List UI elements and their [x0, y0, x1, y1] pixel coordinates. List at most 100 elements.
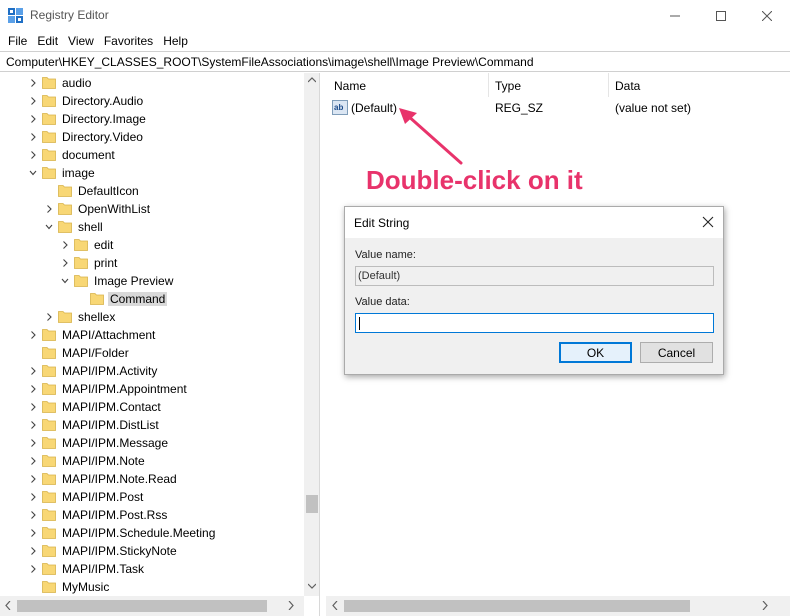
tree-pane[interactable]: audio Directory.Audio Directory.Image Direc…: [0, 73, 320, 616]
text-caret: [359, 317, 360, 330]
window-title: Registry Editor: [30, 8, 109, 22]
folder-icon: [74, 239, 88, 251]
scroll-down-icon[interactable]: [308, 583, 316, 589]
tree-item[interactable]: edit: [0, 236, 304, 254]
tree-horizontal-scroll-thumb[interactable]: [17, 600, 267, 612]
chevron-right-icon[interactable]: [28, 330, 38, 340]
tree-item[interactable]: MAPI/IPM.StickyNote: [0, 542, 304, 560]
tree-item[interactable]: MAPI/IPM.Task: [0, 560, 304, 578]
tree-item[interactable]: shellex: [0, 308, 304, 326]
values-horizontal-scroll-thumb[interactable]: [344, 600, 690, 612]
chevron-right-icon[interactable]: [60, 258, 70, 268]
tree-item-label: MAPI/IPM.Contact: [62, 400, 161, 414]
tree-item[interactable]: MAPI/IPM.Schedule.Meeting: [0, 524, 304, 542]
folder-icon: [58, 221, 72, 233]
chevron-down-icon[interactable]: [44, 222, 54, 232]
tree-item-label: Command: [108, 292, 168, 306]
tree-item[interactable]: document: [0, 146, 304, 164]
folder-icon: [58, 185, 72, 197]
close-button[interactable]: [744, 0, 790, 31]
tree-item[interactable]: shell: [0, 218, 304, 236]
chevron-right-icon[interactable]: [28, 564, 38, 574]
menu-file[interactable]: File: [3, 31, 32, 51]
tree-item-label: DefaultIcon: [78, 184, 139, 198]
tree-item[interactable]: MAPI/IPM.Note: [0, 452, 304, 470]
chevron-right-icon[interactable]: [28, 402, 38, 412]
chevron-right-icon[interactable]: [28, 528, 38, 538]
chevron-right-icon[interactable]: [28, 420, 38, 430]
chevron-right-icon[interactable]: [28, 474, 38, 484]
tree-item[interactable]: MAPI/Folder: [0, 344, 304, 362]
value-name: (Default): [351, 101, 398, 115]
tree-item[interactable]: MAPI/IPM.Message: [0, 434, 304, 452]
tree-item-label: MAPI/IPM.Post: [62, 490, 144, 504]
scroll-up-icon[interactable]: [308, 77, 316, 83]
tree-item[interactable]: MAPI/IPM.Note.Read: [0, 470, 304, 488]
chevron-down-icon[interactable]: [28, 168, 38, 178]
chevron-right-icon[interactable]: [44, 312, 54, 322]
tree-vertical-scrollbar[interactable]: [304, 73, 319, 596]
column-divider[interactable]: [488, 73, 489, 97]
tree-item[interactable]: Directory.Image: [0, 110, 304, 128]
column-header-data[interactable]: Data: [615, 79, 640, 93]
tree-item[interactable]: audio: [0, 74, 304, 92]
column-header-name[interactable]: Name: [334, 79, 366, 93]
menu-help[interactable]: Help: [158, 31, 193, 51]
minimize-button[interactable]: [652, 0, 698, 31]
chevron-right-icon[interactable]: [28, 510, 38, 520]
tree-item[interactable]: OpenWithList: [0, 200, 304, 218]
column-header-type[interactable]: Type: [495, 79, 521, 93]
tree-item[interactable]: MAPI/Attachment: [0, 326, 304, 344]
tree-item-label: MyMusic: [62, 580, 110, 594]
chevron-right-icon[interactable]: [28, 546, 38, 556]
chevron-right-icon[interactable]: [28, 438, 38, 448]
scroll-right-icon[interactable]: [762, 601, 768, 610]
tree-item[interactable]: MAPI/IPM.Activity: [0, 362, 304, 380]
dialog-close-icon[interactable]: [701, 215, 715, 229]
chevron-right-icon[interactable]: [28, 96, 38, 106]
chevron-right-icon[interactable]: [28, 366, 38, 376]
tree-item[interactable]: MAPI/IPM.DistList: [0, 416, 304, 434]
ok-button[interactable]: OK: [559, 342, 632, 363]
chevron-right-icon[interactable]: [28, 132, 38, 142]
tree-vertical-scroll-thumb[interactable]: [306, 495, 318, 513]
tree-item[interactable]: Directory.Audio: [0, 92, 304, 110]
chevron-right-icon[interactable]: [44, 204, 54, 214]
tree-item-label: print: [94, 256, 118, 270]
scroll-right-icon[interactable]: [288, 601, 294, 610]
scroll-left-icon[interactable]: [332, 601, 338, 610]
values-horizontal-scrollbar[interactable]: [326, 596, 790, 616]
tree-item[interactable]: MAPI/IPM.Contact: [0, 398, 304, 416]
chevron-right-icon[interactable]: [28, 78, 38, 88]
tree-item[interactable]: image: [0, 164, 304, 182]
menu-edit[interactable]: Edit: [32, 31, 63, 51]
menu-view[interactable]: View: [63, 31, 99, 51]
maximize-button[interactable]: [698, 0, 744, 31]
tree-item[interactable]: Command: [0, 290, 304, 308]
tree-item[interactable]: MAPI/IPM.Post.Rss: [0, 506, 304, 524]
tree-item[interactable]: MAPI/IPM.Post: [0, 488, 304, 506]
value-data-input[interactable]: [355, 313, 714, 333]
title-bar: Registry Editor: [0, 0, 790, 31]
tree-item[interactable]: Directory.Video: [0, 128, 304, 146]
tree-item[interactable]: MAPI/IPM.Appointment: [0, 380, 304, 398]
tree-horizontal-scrollbar[interactable]: [0, 596, 304, 616]
tree-item[interactable]: MyMusic: [0, 578, 304, 596]
tree-item-label: Directory.Video: [62, 130, 143, 144]
chevron-right-icon[interactable]: [28, 114, 38, 124]
column-divider[interactable]: [608, 73, 609, 97]
cancel-button[interactable]: Cancel: [640, 342, 713, 363]
tree-item[interactable]: Image Preview: [0, 272, 304, 290]
chevron-down-icon[interactable]: [60, 276, 70, 286]
menu-favorites[interactable]: Favorites: [99, 31, 158, 51]
chevron-right-icon[interactable]: [60, 240, 70, 250]
chevron-right-icon[interactable]: [28, 384, 38, 394]
address-bar[interactable]: Computer\HKEY_CLASSES_ROOT\SystemFileAss…: [0, 51, 790, 72]
chevron-right-icon[interactable]: [28, 492, 38, 502]
tree-item[interactable]: print: [0, 254, 304, 272]
chevron-right-icon[interactable]: [28, 150, 38, 160]
chevron-right-icon[interactable]: [28, 456, 38, 466]
tree-item-label: image: [62, 166, 95, 180]
scroll-left-icon[interactable]: [5, 601, 11, 610]
tree-item[interactable]: DefaultIcon: [0, 182, 304, 200]
